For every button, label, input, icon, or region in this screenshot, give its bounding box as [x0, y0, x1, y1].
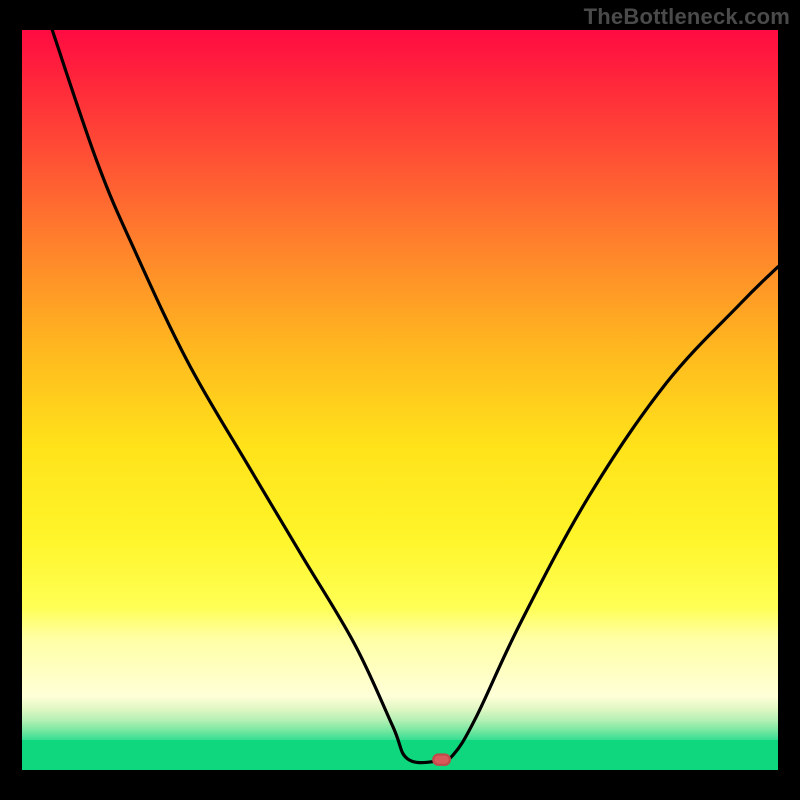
optimal-point-marker [433, 754, 450, 764]
curve-overlay [22, 30, 778, 770]
plot-area [22, 30, 778, 770]
watermark-label: TheBottleneck.com [584, 4, 790, 30]
bottleneck-curve [52, 30, 778, 763]
chart-frame: TheBottleneck.com [0, 0, 800, 800]
